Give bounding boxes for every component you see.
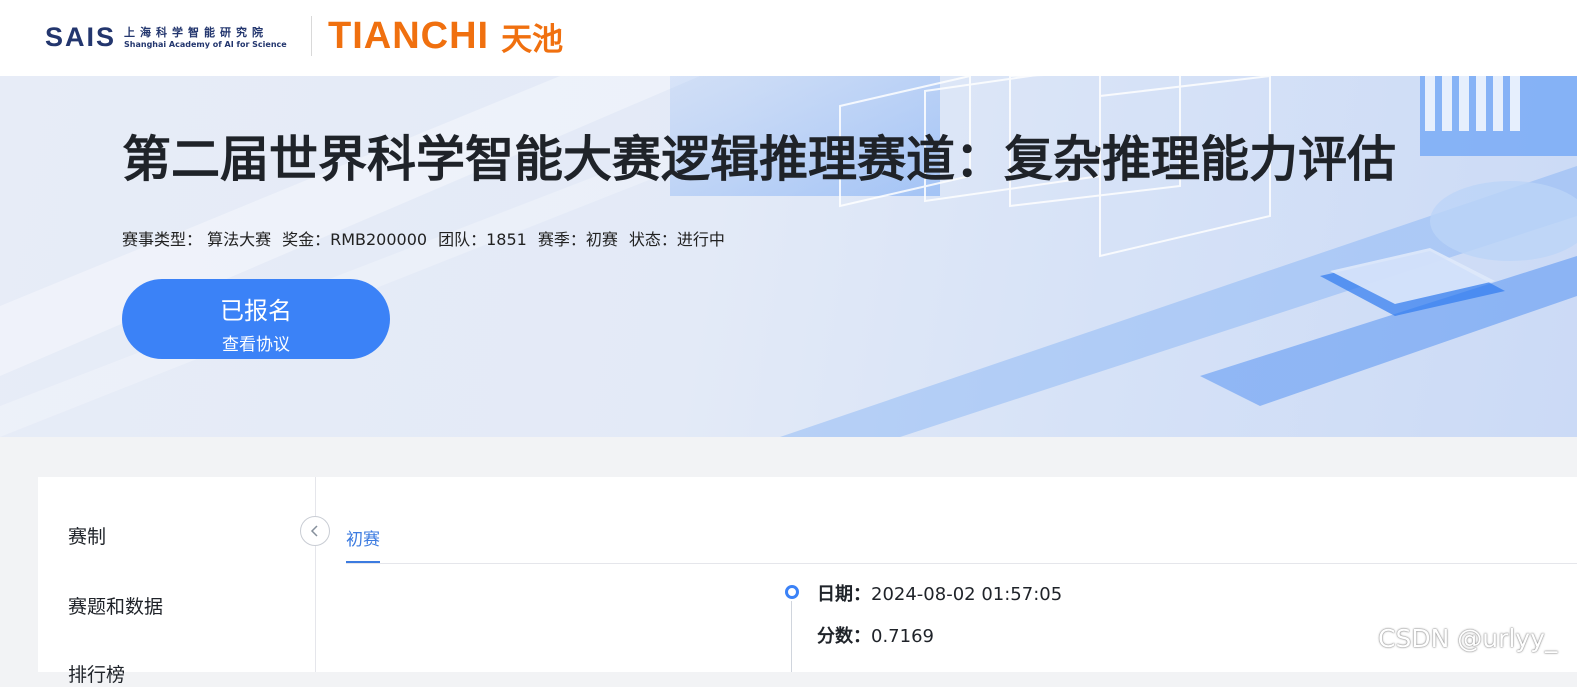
logo-divider xyxy=(311,16,312,56)
timeline-line xyxy=(791,601,792,672)
meta-type: 赛事类型： 算法大赛 xyxy=(122,230,272,249)
meta-season: 赛季：初赛 xyxy=(537,230,618,249)
sais-logo-wordmark: SAIS xyxy=(45,22,117,52)
content-panel: 赛制 赛题和数据 排行榜 初赛 日期：2024-08-02 01:57:05 分… xyxy=(38,477,1577,686)
sais-logo[interactable]: SAIS 上海科学智能研究院 Shanghai Academy of AI fo… xyxy=(45,22,287,53)
tianchi-logo-cn: 天池 xyxy=(501,22,564,58)
sais-logo-cn: 上海科学智能研究院 xyxy=(124,25,269,39)
signed-up-label: 已报名 xyxy=(220,297,292,325)
competition-banner: 第二届世界科学智能大赛逻辑推理赛道：复杂推理能力评估 赛事类型： 算法大赛 奖金：… xyxy=(0,76,1577,437)
record-date-value: 2024-08-02 01:57:05 xyxy=(871,584,1063,605)
competition-meta: 赛事类型： 算法大赛 奖金：RMB200000 团队：1851 赛季：初赛 状态：进行中 xyxy=(122,226,736,250)
tab-divider xyxy=(346,563,1577,564)
tab-preliminary[interactable]: 初赛 xyxy=(346,525,380,550)
record-score-row: 分数：0.7169 xyxy=(817,622,934,648)
meta-team: 团队：1851 xyxy=(438,230,527,249)
sais-logo-en: Shanghai Academy of AI for Science xyxy=(124,39,287,49)
view-agreement-link[interactable]: 查看协议 xyxy=(122,330,390,355)
signed-up-button[interactable]: 已报名 查看协议 xyxy=(122,279,390,359)
record-date-row: 日期：2024-08-02 01:57:05 xyxy=(817,580,1062,606)
record-date-label: 日期： xyxy=(817,584,871,605)
tianchi-logo[interactable]: TIANCHI 天池 xyxy=(328,14,563,59)
record-score-label: 分数： xyxy=(817,626,871,647)
tianchi-logo-en: TIANCHI xyxy=(328,15,490,57)
sidebar-item-leaderboard[interactable]: 排行榜 xyxy=(68,660,125,687)
record-score-value: 0.7169 xyxy=(871,626,934,647)
sidebar: 赛制 赛题和数据 排行榜 xyxy=(38,477,316,686)
sais-logo-text: 上海科学智能研究院 Shanghai Academy of AI for Sci… xyxy=(124,26,287,50)
sidebar-item-rules[interactable]: 赛制 xyxy=(68,522,106,549)
meta-prize: 奖金：RMB200000 xyxy=(282,230,428,249)
collapse-sidebar-button[interactable] xyxy=(300,516,330,546)
chevron-left-icon xyxy=(310,525,318,537)
csdn-watermark: CSDN @urlyy_ xyxy=(1378,624,1558,653)
sidebar-item-problem-data[interactable]: 赛题和数据 xyxy=(68,592,163,619)
top-header: SAIS 上海科学智能研究院 Shanghai Academy of AI fo… xyxy=(0,0,1577,76)
timeline-dot-icon xyxy=(785,585,799,599)
meta-status: 状态：进行中 xyxy=(628,230,725,249)
competition-title: 第二届世界科学智能大赛逻辑推理赛道：复杂推理能力评估 xyxy=(122,131,1397,188)
